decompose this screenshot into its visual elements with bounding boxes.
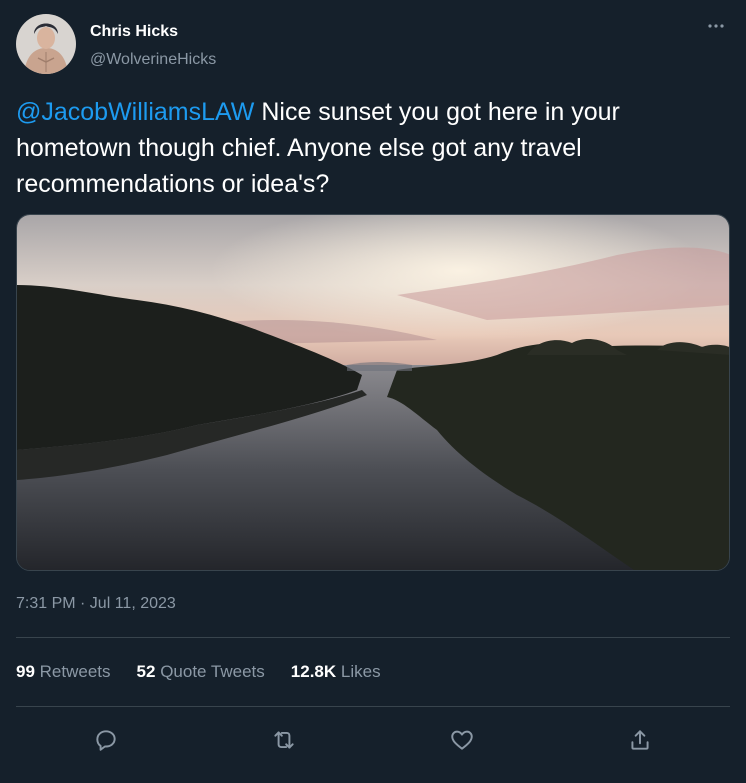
likes-count: 12.8K — [290, 662, 337, 681]
likes-stat[interactable]: 12.8K Likes — [291, 662, 381, 682]
mention-link[interactable]: @JacobWilliamsLAW — [16, 98, 254, 126]
retweets-stat[interactable]: 99 Retweets — [16, 662, 111, 682]
reply-icon[interactable] — [88, 722, 124, 758]
divider — [16, 706, 730, 707]
tweet-stats: 99 Retweets 52 Quote Tweets 12.8K Likes — [16, 662, 407, 686]
like-icon[interactable] — [444, 722, 480, 758]
likes-label: Likes — [340, 662, 381, 681]
retweets-label: Retweets — [39, 662, 111, 681]
tweet-timestamp[interactable]: 7:31 PM · Jul 11, 2023 — [16, 595, 176, 613]
author-name[interactable]: Chris Hicks — [90, 23, 178, 41]
tweet-photo[interactable] — [16, 214, 730, 571]
tweet-header: Chris Hicks @WolverineHicks — [16, 14, 730, 76]
quote-tweets-label: Quote Tweets — [160, 662, 265, 681]
more-horizontal-icon[interactable] — [704, 16, 728, 40]
retweets-count: 99 — [16, 662, 35, 681]
divider — [16, 637, 730, 638]
retweet-icon[interactable] — [266, 722, 302, 758]
avatar[interactable] — [16, 14, 76, 74]
quote-tweets-stat[interactable]: 52 Quote Tweets — [137, 662, 265, 682]
quote-tweets-count: 52 — [136, 662, 156, 681]
author-handle[interactable]: @WolverineHicks — [90, 51, 216, 69]
share-icon[interactable] — [622, 722, 658, 758]
tweet-actions — [16, 722, 730, 758]
tweet-text: @JacobWilliamsLAW Nice sunset you got he… — [16, 94, 716, 202]
